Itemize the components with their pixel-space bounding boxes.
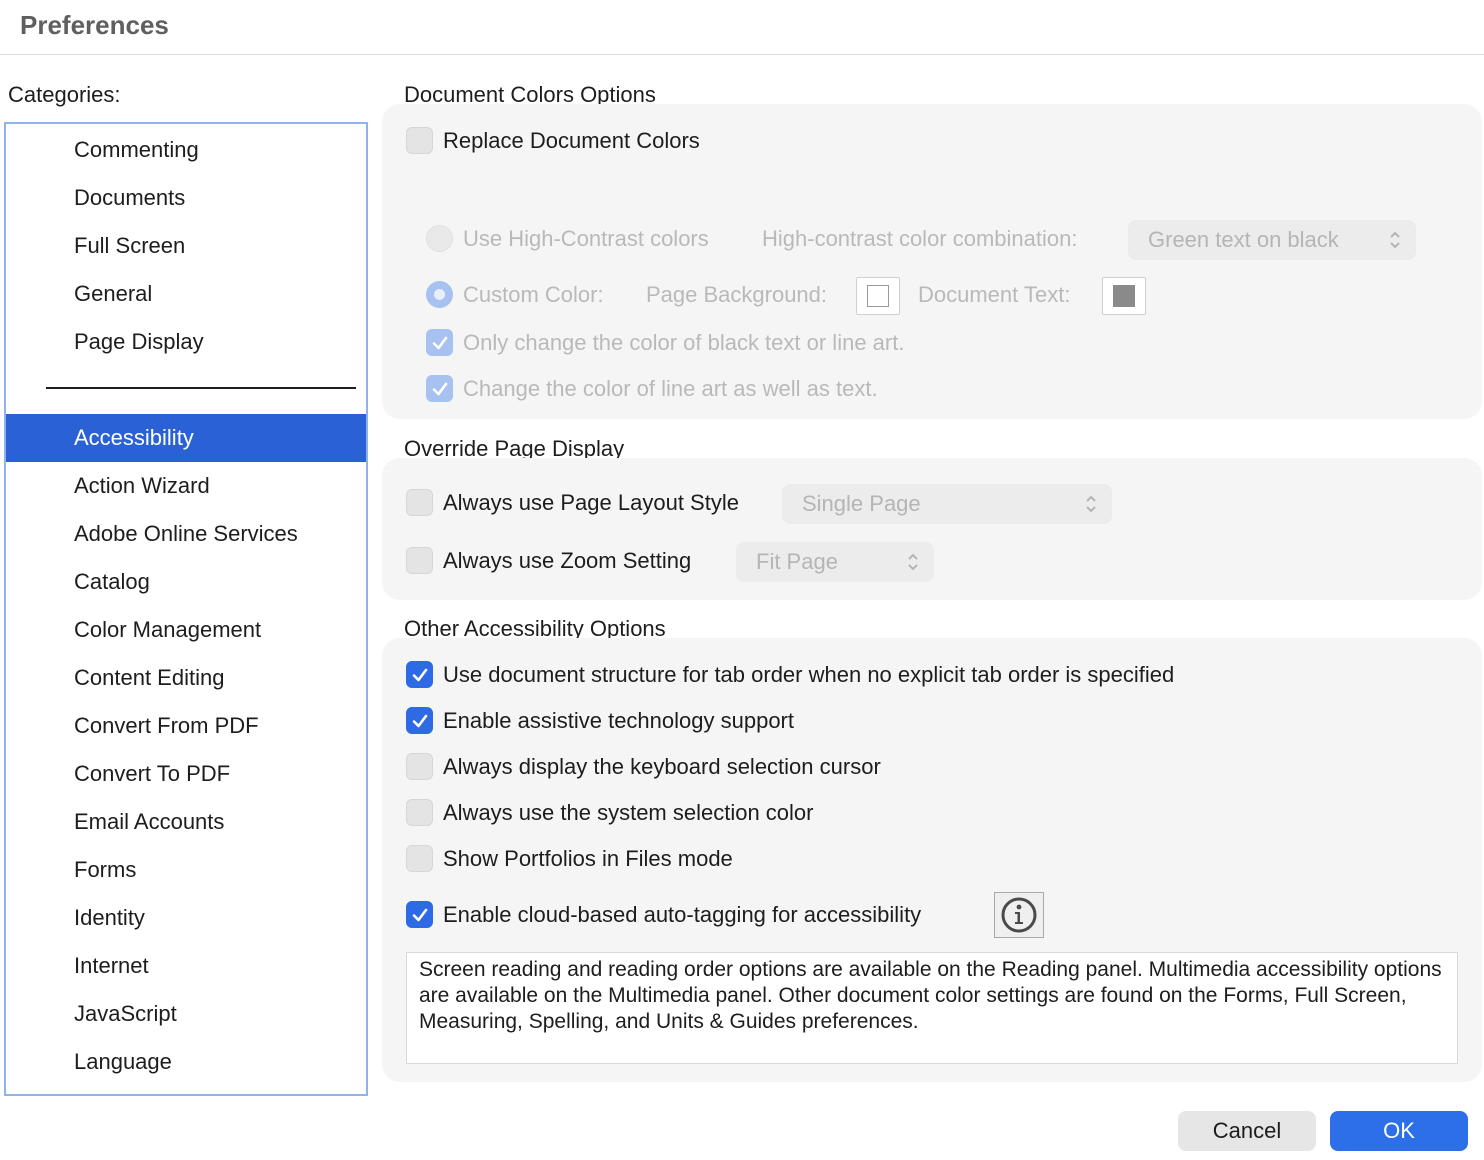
category-item-forms[interactable]: Forms	[6, 846, 366, 894]
system-selection-checkbox[interactable]	[406, 799, 433, 826]
checkmark-icon	[412, 668, 427, 681]
assistive-tech-row[interactable]: Enable assistive technology support	[406, 707, 794, 734]
accessibility-note: Screen reading and reading order options…	[406, 952, 1458, 1064]
assistive-tech-label: Enable assistive technology support	[443, 707, 794, 733]
auto-tagging-label: Enable cloud-based auto-tagging for acce…	[443, 901, 922, 927]
zoom-setting-label: Always use Zoom Setting	[443, 547, 692, 573]
chevron-updown-icon	[1086, 495, 1096, 513]
chevron-updown-icon	[1390, 231, 1400, 249]
page-background-color	[867, 285, 889, 307]
ok-button[interactable]: OK	[1330, 1111, 1468, 1151]
category-item-adobe-online-services[interactable]: Adobe Online Services	[6, 510, 366, 558]
chevron-updown-icon	[908, 553, 918, 571]
layout-style-row[interactable]: Always use Page Layout Style	[406, 489, 739, 516]
line-art-label: Change the color of line art as well as …	[463, 375, 878, 401]
info-button[interactable]	[994, 892, 1044, 938]
info-circle-icon	[1001, 897, 1037, 933]
category-item-color-management[interactable]: Color Management	[6, 606, 366, 654]
tab-order-checkbox[interactable]	[406, 661, 433, 688]
category-item-commenting[interactable]: Commenting	[6, 126, 366, 174]
category-item-javascript[interactable]: JavaScript	[6, 990, 366, 1038]
replace-colors-checkbox[interactable]	[406, 127, 433, 154]
auto-tagging-row[interactable]: Enable cloud-based auto-tagging for acce…	[406, 901, 921, 928]
category-item-internet[interactable]: Internet	[6, 942, 366, 990]
custom-color-row[interactable]: Custom Color:	[426, 281, 604, 308]
page-background-label: Page Background:	[646, 282, 828, 307]
category-item-content-editing[interactable]: Content Editing	[6, 654, 366, 702]
replace-colors-label: Replace Document Colors	[443, 127, 700, 153]
combination-select-value: Green text on black	[1148, 227, 1339, 252]
combination-label: High-contrast color combination:	[762, 226, 1078, 251]
checkmark-icon	[432, 336, 447, 349]
document-text-color	[1113, 285, 1135, 307]
cancel-button[interactable]: Cancel	[1178, 1111, 1316, 1151]
custom-color-radio[interactable]	[426, 281, 453, 308]
assistive-tech-checkbox[interactable]	[406, 707, 433, 734]
portfolios-label: Show Portfolios in Files mode	[443, 845, 733, 871]
title-bar: Preferences	[0, 0, 1484, 55]
keyboard-cursor-row[interactable]: Always display the keyboard selection cu…	[406, 753, 881, 780]
category-item-action-wizard[interactable]: Action Wizard	[6, 462, 366, 510]
layout-style-select-value: Single Page	[802, 491, 921, 516]
categories-list[interactable]: Commenting Documents Full Screen General…	[4, 122, 368, 1096]
category-item-email-accounts[interactable]: Email Accounts	[6, 798, 366, 846]
layout-style-checkbox[interactable]	[406, 489, 433, 516]
zoom-setting-select[interactable]: Fit Page	[736, 542, 934, 582]
auto-tagging-checkbox[interactable]	[406, 901, 433, 928]
tab-order-label: Use document structure for tab order whe…	[443, 661, 1175, 687]
category-item-catalog[interactable]: Catalog	[6, 558, 366, 606]
line-art-checkbox[interactable]	[426, 375, 453, 402]
combination-select[interactable]: Green text on black	[1128, 220, 1416, 260]
layout-style-label: Always use Page Layout Style	[443, 489, 739, 515]
category-item-accessibility[interactable]: Accessibility	[6, 414, 366, 462]
document-text-swatch[interactable]	[1102, 277, 1146, 315]
custom-color-label: Custom Color:	[463, 281, 604, 307]
category-item-full-screen[interactable]: Full Screen	[6, 222, 366, 270]
keyboard-cursor-label: Always display the keyboard selection cu…	[443, 753, 881, 779]
portfolios-row[interactable]: Show Portfolios in Files mode	[406, 845, 733, 872]
categories-label: Categories:	[8, 82, 121, 107]
checkmark-icon	[432, 382, 447, 395]
zoom-setting-select-value: Fit Page	[756, 549, 838, 574]
keyboard-cursor-checkbox[interactable]	[406, 753, 433, 780]
category-item-documents[interactable]: Documents	[6, 174, 366, 222]
category-item-convert-from-pdf[interactable]: Convert From PDF	[6, 702, 366, 750]
line-art-row[interactable]: Change the color of line art as well as …	[426, 375, 878, 402]
zoom-setting-checkbox[interactable]	[406, 547, 433, 574]
checkmark-icon	[412, 908, 427, 921]
only-black-checkbox[interactable]	[426, 329, 453, 356]
layout-style-select[interactable]: Single Page	[782, 484, 1112, 524]
only-black-row[interactable]: Only change the color of black text or l…	[426, 329, 904, 356]
system-selection-row[interactable]: Always use the system selection color	[406, 799, 814, 826]
category-item-convert-to-pdf[interactable]: Convert To PDF	[6, 750, 366, 798]
tab-order-row[interactable]: Use document structure for tab order whe…	[406, 661, 1174, 688]
category-item-identity[interactable]: Identity	[6, 894, 366, 942]
system-selection-label: Always use the system selection color	[443, 799, 814, 825]
category-separator	[46, 387, 356, 389]
page-background-swatch[interactable]	[856, 277, 900, 315]
category-item-language[interactable]: Language	[6, 1038, 366, 1086]
category-item-general[interactable]: General	[6, 270, 366, 318]
checkmark-icon	[412, 714, 427, 727]
zoom-setting-row[interactable]: Always use Zoom Setting	[406, 547, 691, 574]
replace-colors-row[interactable]: Replace Document Colors	[406, 127, 700, 154]
high-contrast-row[interactable]: Use High-Contrast colors	[426, 225, 709, 252]
high-contrast-label: Use High-Contrast colors	[463, 225, 709, 251]
portfolios-checkbox[interactable]	[406, 845, 433, 872]
document-text-label: Document Text:	[918, 282, 1071, 307]
high-contrast-radio[interactable]	[426, 225, 453, 252]
only-black-label: Only change the color of black text or l…	[463, 329, 905, 355]
window-title: Preferences	[20, 10, 169, 40]
category-item-page-display[interactable]: Page Display	[6, 318, 366, 366]
